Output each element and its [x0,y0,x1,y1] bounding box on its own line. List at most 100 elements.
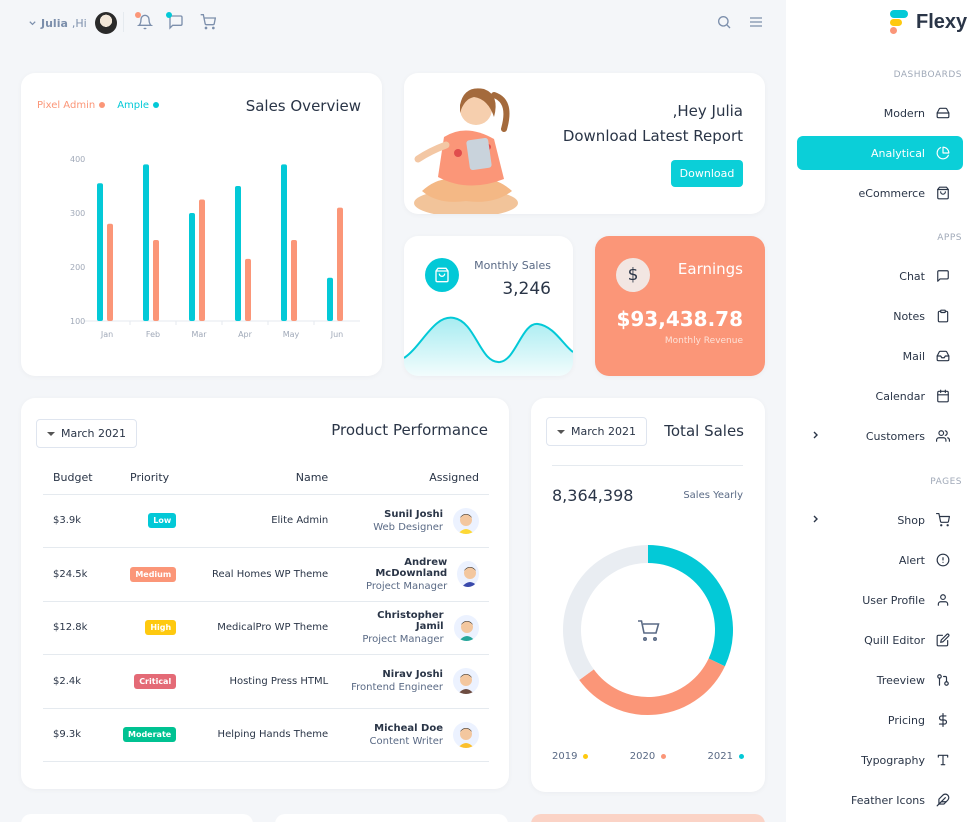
top-header: Julia ,Hi [0,0,786,46]
sidebar-item-mail[interactable]: Mail [797,339,963,373]
alert-circle-icon [935,552,951,568]
notification-dot [135,12,141,18]
sidebar-item-modern[interactable]: Modern [797,96,963,130]
user-menu[interactable]: Julia ,Hi [28,12,117,34]
sidebar-item-label: Shop [897,513,925,527]
pie-chart-icon [935,145,951,161]
table-row[interactable]: $9.3k Moderate Helping Hands Theme Miche… [43,708,489,762]
table-row[interactable]: $24.5k Medium Real Homes WP Theme Andrew… [43,547,489,602]
sidebar-item-label: Analytical [870,146,925,160]
assignee-role: Content Writer [369,735,443,747]
sidebar-item-ecommerce[interactable]: eCommerce [797,176,963,210]
earnings-value: $93,438.78 [616,307,743,331]
bar-pixel-admin [337,207,343,321]
sidebar-item-shop[interactable]: Shop [797,503,963,537]
bar-ample [143,164,149,321]
legend-item: 2019 [552,751,589,762]
report-greeting: ,Hey Julia [672,102,743,120]
bar-ample [327,277,333,321]
sidebar-item-treeview[interactable]: Treeview [797,663,963,697]
y-tick-label: 300 [70,209,85,218]
assignee-role: Web Designer [373,521,443,533]
assignee-name: Micheal Doe [374,722,443,734]
assignee-role: Frontend Engineer [351,682,443,694]
chevron-right-icon [813,515,818,523]
table-row[interactable]: $2.4k Critical Hosting Press HTML Nirav … [43,654,489,709]
bar-pixel-admin [107,223,113,321]
budget-cell: $2.4k [43,654,113,709]
sidebar-item-analytical[interactable]: Analytical [797,136,963,170]
table-row[interactable]: $12.8k High MedicalPro WP Theme Christop… [43,601,489,655]
sidebar-item-label: Chat [899,269,925,283]
sidebar-item-label: Calendar [875,389,925,403]
product-performance-card: March 2021 Product Performance Budget Pr… [21,398,509,789]
bottom-card-peek [531,814,765,822]
total-sales-month-select[interactable]: March 2021 [546,417,648,446]
priority-badge: Low [148,513,177,529]
earnings-subtitle: Monthly Revenue [664,336,743,346]
total-sales-card: March 2021 Total Sales 8,364,398 Sales Y… [531,398,765,792]
bottom-card-peek [21,814,253,822]
sidebar-item-label: eCommerce [858,186,925,200]
col-budget: Budget [43,462,113,495]
total-sales-value: 8,364,398 [552,486,634,505]
x-tick-label: Mar [191,330,207,339]
name-cell: Hosting Press HTML [186,654,339,709]
bar-ample [97,183,103,321]
sidebar-item-feather-icons[interactable]: Feather Icons [797,783,963,817]
legend-dot [661,753,667,759]
budget-cell: $9.3k [43,708,113,762]
feather-icon [935,792,951,808]
type-icon [935,752,951,768]
menu-icon[interactable] [748,14,764,30]
legend-label: 2021 [707,751,733,762]
bar-ample [189,213,195,321]
search-icon[interactable] [716,14,732,30]
sidebar-item-notes[interactable]: Notes [797,299,963,333]
assignee-name: Sunil Joshi [384,508,443,520]
col-priority: Priority [113,462,187,495]
clipboard-icon [935,308,951,324]
donut-segment-2019 [563,545,649,680]
priority-badge: Medium [130,566,177,582]
product-performance-title: Product Performance [331,421,488,439]
col-name: Name [186,462,339,495]
nav-caption: PAGES [930,477,962,487]
sidebar-item-label: Notes [893,309,925,323]
sidebar-item-chat[interactable]: Chat [797,259,963,293]
sidebar-item-calendar[interactable]: Calendar [797,379,963,413]
avatar[interactable] [94,12,117,34]
assignee-name: Nirav Joshi [382,669,443,681]
sidebar-item-typography[interactable]: Typography [797,743,963,777]
avatar [453,668,479,695]
assigned-cell: Sunil Joshi Web Designer [338,494,489,548]
git-pull-request-icon [935,672,951,688]
avatar [457,561,479,588]
table-row[interactable]: $3.9k Low Elite Admin Sunil Joshi Web Des… [43,494,489,548]
bar-pixel-admin [291,240,297,321]
shopping-cart-icon [935,512,951,528]
month-select[interactable]: March 2021 [36,419,138,448]
avatar [453,721,479,748]
divider [123,12,124,32]
x-tick-label: Apr [238,330,253,339]
sidebar-item-customers[interactable]: Customers [797,419,963,453]
message-icon[interactable] [166,12,184,30]
donut-legend: 2019 2020 2021 [552,751,744,762]
sidebar-item-pricing[interactable]: Pricing [797,703,963,737]
download-button[interactable]: Download [671,160,743,187]
sidebar-item-alert[interactable]: Alert [797,543,963,577]
bell-icon[interactable] [135,12,154,30]
bar-pixel-admin [199,199,205,321]
user-icon [935,592,951,608]
sidebar-item-quill-editor[interactable]: Quill Editor [797,623,963,657]
sales-overview-card: Pixel Admin Ample Sales Overview 100 200 30… [21,73,382,376]
monthly-sales-label: Monthly Sales [474,259,551,272]
brand-logo[interactable]: Flexy [890,10,967,34]
name-cell: MedicalPro WP Theme [186,601,339,655]
sidebar-item-label: Alert [898,553,925,567]
priority-cell: Medium [113,547,187,602]
sidebar-item-user-profile[interactable]: User Profile [797,583,963,617]
cart-icon[interactable] [200,14,217,30]
total-sales-title: Total Sales [664,422,744,440]
